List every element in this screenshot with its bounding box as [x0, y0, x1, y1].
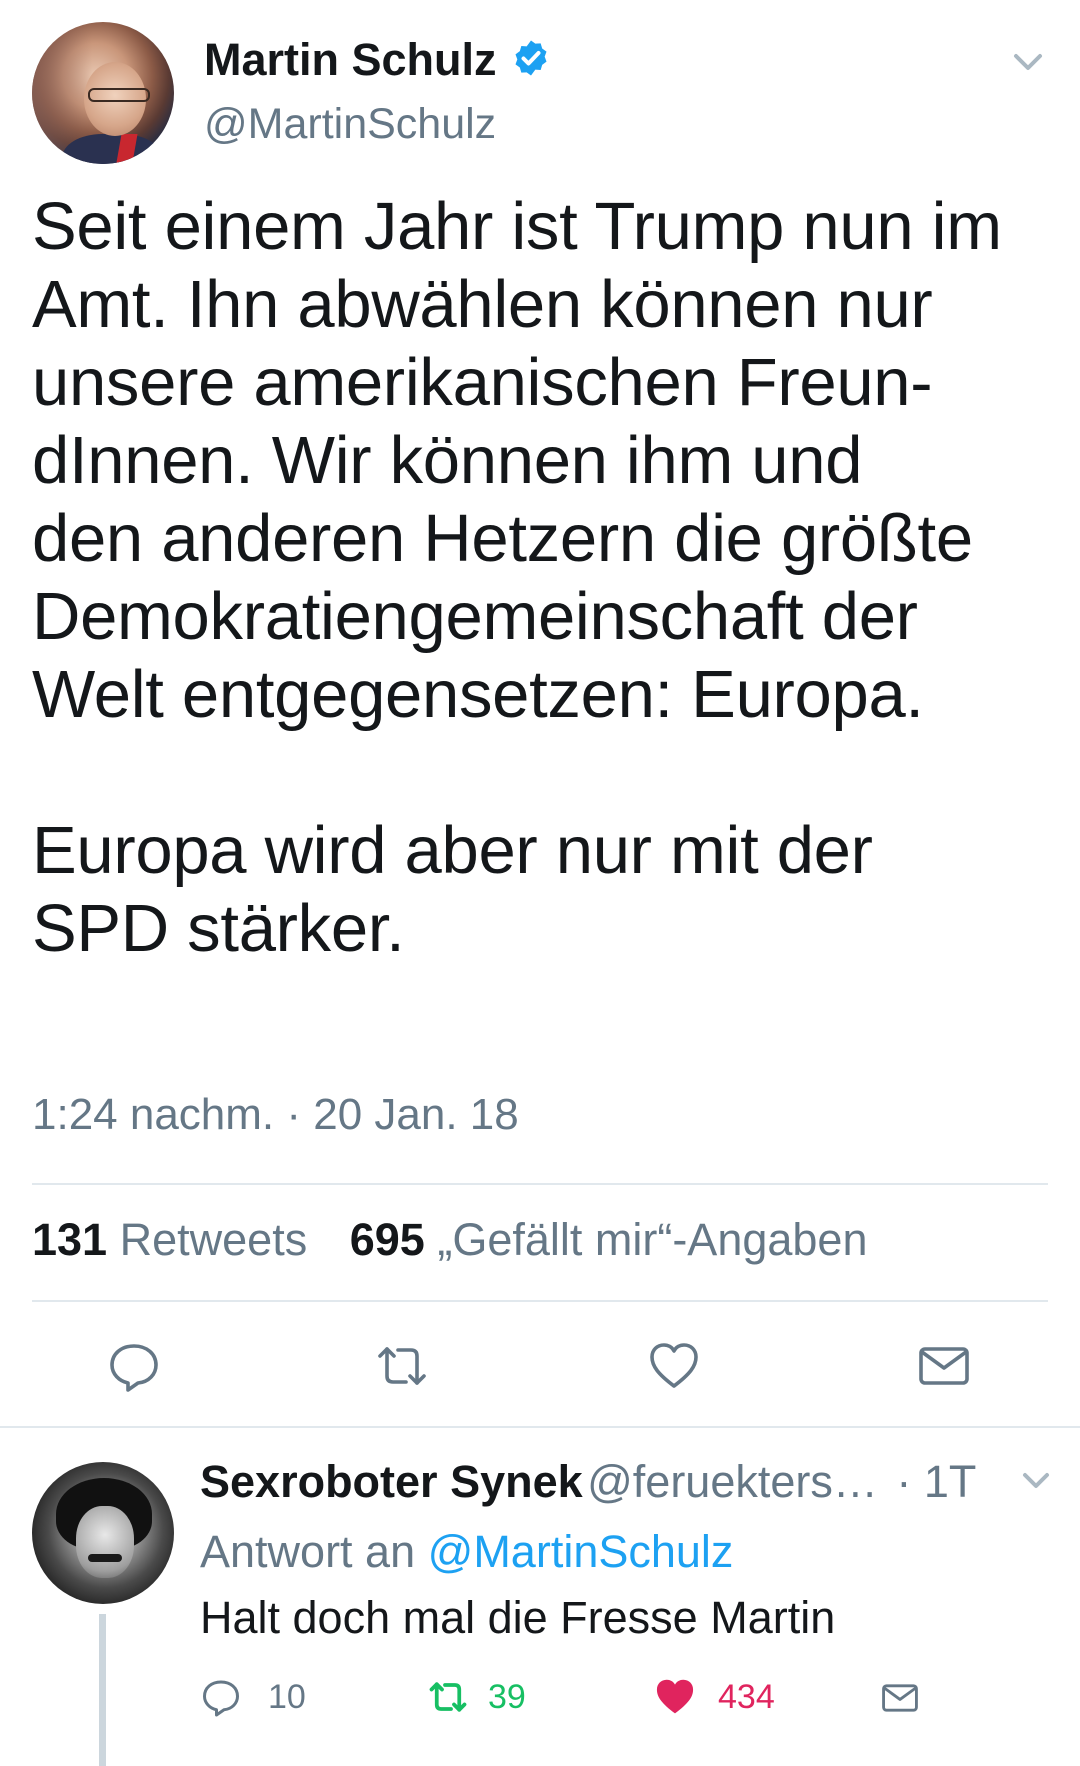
reply-like-action[interactable]: 434: [652, 1674, 775, 1720]
reply-author-avatar[interactable]: [32, 1462, 174, 1604]
like-icon[interactable]: [646, 1338, 702, 1394]
retweet-count: 39: [488, 1677, 526, 1716]
tweet-paragraph-2: Europa wird aber nur mit der SPD stärker…: [32, 812, 1062, 968]
tweet-line: unsere amerikanischen Freun-: [32, 345, 933, 420]
reply-count: 10: [268, 1677, 306, 1716]
tweet-paragraph-1: Seit einem Jahr ist Trump nun im Amt. Ih…: [32, 188, 1062, 734]
likes-count: 695: [349, 1214, 425, 1265]
likes-label: „Gefällt mir“-Angaben: [437, 1214, 868, 1265]
tweet-timestamp[interactable]: 1:24 nachm. · 20 Jan. 18: [32, 1090, 519, 1140]
author-handle[interactable]: @MartinSchulz: [204, 100, 496, 149]
reply-icon[interactable]: [200, 1676, 242, 1718]
tweet-line: den anderen Hetzern die größte: [32, 501, 973, 576]
tweet-line: Demokratiengemeinschaft der: [32, 579, 918, 654]
tweet-line: SPD stärker.: [32, 891, 405, 966]
reply-reply-action[interactable]: 10: [200, 1676, 306, 1718]
retweet-icon[interactable]: [424, 1676, 472, 1718]
likes-stat[interactable]: 695 „Gefällt mir“-Angaben: [350, 1214, 868, 1265]
tweet-line: dInnen. Wir können ihm und: [32, 423, 863, 498]
reply-time[interactable]: · 1T: [896, 1456, 976, 1507]
direct-message-icon[interactable]: [916, 1338, 972, 1394]
reply-header: Sexroboter Synek @feruekters… · 1T: [200, 1456, 1020, 1508]
tweet-text: Seit einem Jahr ist Trump nun im Amt. Ih…: [32, 188, 1062, 968]
like-count: 434: [718, 1677, 775, 1716]
reply-text: Halt doch mal die Fresse Martin: [200, 1592, 836, 1643]
reply-to-line: Antwort an @MartinSchulz: [200, 1526, 733, 1578]
retweet-icon[interactable]: [374, 1338, 430, 1394]
section-divider: [0, 1426, 1080, 1428]
author-avatar[interactable]: [32, 22, 174, 164]
tweet-line: Welt entgegensetzen: Europa.: [32, 657, 924, 732]
divider: [32, 1183, 1048, 1185]
heart-filled-icon[interactable]: [652, 1674, 698, 1720]
tweet-line: Europa wird aber nur mit der: [32, 813, 873, 888]
tweet-line: Amt. Ihn abwählen können nur: [32, 267, 933, 342]
divider: [32, 1300, 1048, 1302]
reply-handle[interactable]: @feruekters…: [587, 1456, 878, 1507]
tweet-line: Seit einem Jahr ist Trump nun im: [32, 189, 1002, 264]
reply-retweet-action[interactable]: 39: [424, 1676, 526, 1718]
verified-badge-icon: [511, 38, 551, 83]
reply-to-handle-link[interactable]: @MartinSchulz: [428, 1526, 734, 1577]
thread-line: [99, 1614, 106, 1766]
author-display-name[interactable]: Martin Schulz: [204, 34, 497, 86]
direct-message-icon[interactable]: [878, 1678, 922, 1723]
reply-icon[interactable]: [106, 1338, 162, 1394]
chevron-down-icon[interactable]: [1016, 1464, 1056, 1498]
tweet-stats: 131 Retweets 695 „Gefällt mir“-Angaben: [32, 1214, 868, 1266]
reply-to-prefix: Antwort an: [200, 1526, 416, 1577]
author-name-row[interactable]: Martin Schulz: [204, 34, 551, 86]
reply-display-name[interactable]: Sexroboter Synek: [200, 1456, 583, 1507]
retweets-label: Retweets: [119, 1214, 308, 1265]
retweets-stat[interactable]: 131 Retweets: [32, 1214, 320, 1265]
chevron-down-icon[interactable]: [1006, 44, 1050, 80]
retweets-count: 131: [32, 1214, 108, 1265]
